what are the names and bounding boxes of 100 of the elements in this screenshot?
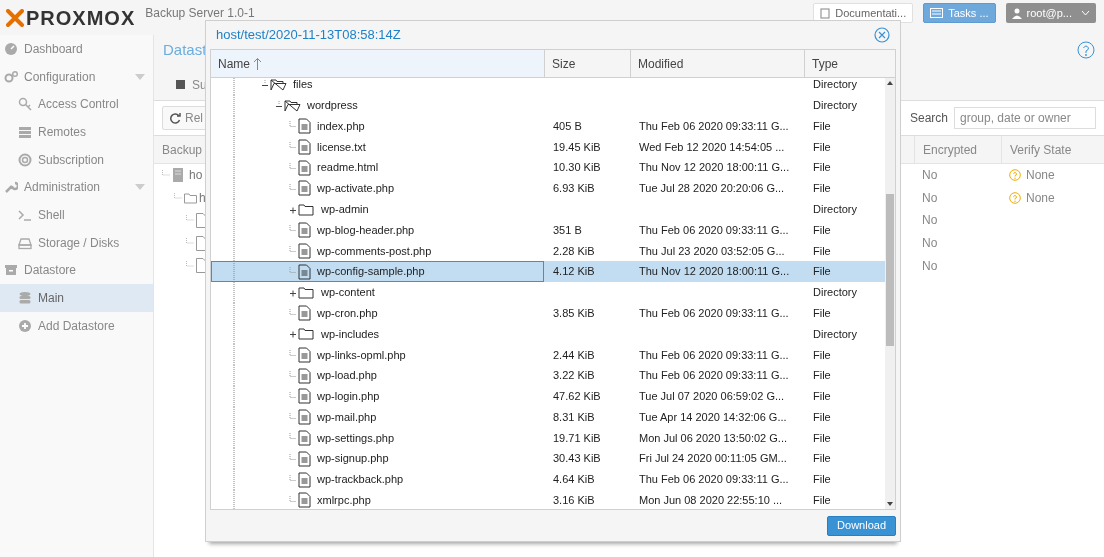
file-name: files: [293, 78, 313, 93]
database-icon: [18, 291, 32, 306]
table-cell-text: No: [922, 189, 938, 207]
file-row[interactable]: wp-load.php 3.22 KiB Thu Feb 06 2020 09:33:11 G... File: [211, 365, 885, 386]
table-cell: Mon Jul 06 2020 13:50:02 G...: [639, 431, 787, 444]
sidebar-item[interactable]: Add Datastore: [0, 311, 153, 340]
tree-branch-icon: [289, 412, 297, 422]
caret-icon: [1081, 10, 1090, 16]
file-row[interactable]: wp-links-opml.php 2.44 KiB Thu Feb 06 2020 09:33:11 G... File: [211, 344, 885, 366]
file-row[interactable]: xmlrpc.php 3.16 KiB Mon Jun 08 2020 22:55:10 ... File: [211, 489, 885, 509]
file-row[interactable]: wp-cron.php 3.85 KiB Thu Feb 06 2020 09:33:11 G... File: [211, 302, 885, 324]
open-folder-icon: [284, 98, 301, 112]
file-row[interactable]: wp-signup.php 30.43 KiB Fri Jul 24 2020 00:11:05 GM... File: [211, 448, 885, 470]
caret-down-icon: [135, 73, 145, 80]
server-icon: [172, 167, 184, 184]
user-icon: [1011, 7, 1022, 19]
file-row[interactable]: wp-content Directory: [211, 281, 885, 303]
file-row[interactable]: wp-settings.php 19.71 KiB Mon Jul 06 2020 13:50:02 G... File: [211, 427, 885, 449]
table-cell: 19.45 KiB: [553, 140, 601, 153]
sidebar-item[interactable]: Storage / Disks: [0, 228, 153, 257]
file-row[interactable]: index.php 405 B Thu Feb 06 2020 09:33:11 G... File: [211, 115, 885, 137]
file-row[interactable]: wp-trackback.php 4.64 KiB Thu Feb 06 2020 09:33:11 G... File: [211, 469, 885, 490]
scrollbar-thumb[interactable]: [886, 194, 894, 346]
file-row[interactable]: wp-blog-header.php 351 B Thu Feb 06 2020 09:33:11 G... File: [211, 219, 885, 241]
table-cell: Thu Feb 06 2020 09:33:11 G...: [639, 473, 789, 486]
file-name: xmlrpc.php: [317, 493, 371, 509]
question-icon: [1009, 169, 1021, 182]
file-row[interactable]: wp-includes Directory: [211, 323, 885, 345]
table-cell: Directory: [813, 286, 857, 299]
file-row[interactable]: files Directory: [211, 78, 885, 95]
document-icon: [298, 138, 311, 155]
file-row[interactable]: wp-comments-post.php 2.28 KiB Thu Jul 23 2020 03:52:05 G... File: [211, 240, 885, 262]
close-icon: [874, 27, 890, 43]
table-cell: 19.71 KiB: [553, 431, 601, 444]
tree-branch-icon: [289, 308, 297, 318]
table-cell: Fri Jul 24 2020 00:11:05 GM...: [639, 452, 787, 465]
table-cell-text: No: [922, 257, 938, 275]
sidebar-item[interactable]: Subscription: [0, 145, 153, 174]
file-name: wp-mail.php: [317, 409, 377, 425]
column-header[interactable]: Size: [544, 50, 630, 77]
table-cell: Tue Jul 07 2020 06:59:02 G...: [639, 390, 785, 403]
table-cell: Directory: [813, 327, 857, 340]
table-cell: File: [813, 473, 831, 486]
folder-icon: [298, 285, 315, 299]
table-cell: Thu Feb 06 2020 09:33:11 G...: [639, 306, 789, 319]
sidebar-item[interactable]: Administration: [0, 173, 153, 202]
table-cell: File: [813, 244, 831, 257]
file-row[interactable]: wp-admin Directory: [211, 198, 885, 220]
file-name: readme.html: [317, 160, 379, 176]
drive-icon: [18, 235, 32, 250]
file-row[interactable]: license.txt 19.45 KiB Wed Feb 12 2020 14:54:05 ... File: [211, 136, 885, 158]
table-cell: Mon Jun 08 2020 22:55:10 ...: [639, 494, 783, 507]
document-icon: [298, 180, 311, 197]
collapse-icon: [261, 79, 269, 89]
table-cell: Tue Jul 28 2020 20:20:06 G...: [639, 182, 785, 195]
sort-up-arrow-icon: [253, 56, 262, 71]
table-cell: 30.43 KiB: [553, 452, 601, 465]
file-row[interactable]: wordpress Directory: [211, 94, 885, 116]
documentation-button[interactable]: Documentati...: [813, 3, 914, 23]
scroll-down-icon: [887, 501, 893, 506]
sidebar-item[interactable]: Shell: [0, 201, 153, 229]
sidebar-item[interactable]: Main: [0, 284, 153, 312]
file-row[interactable]: wp-mail.php 8.31 KiB Tue Apr 14 2020 14:32:06 G... File: [211, 406, 885, 428]
table-cell: File: [813, 223, 831, 236]
file-name: wp-cron.php: [317, 305, 378, 321]
table-cell: File: [813, 161, 831, 174]
column-header[interactable]: Modified: [630, 50, 804, 77]
archive-icon: [4, 263, 18, 278]
table-cell: File: [813, 369, 831, 382]
sidebar-item[interactable]: Dashboard: [0, 35, 153, 63]
table-cell: Thu Feb 06 2020 09:33:11 G...: [639, 369, 789, 382]
tree-node-label[interactable]: ho: [189, 166, 203, 185]
sidebar-item[interactable]: Access Control: [0, 90, 153, 119]
table-cell: File: [813, 119, 831, 132]
column-header[interactable]: Type: [804, 50, 890, 77]
table-cell: 405 B: [553, 119, 582, 132]
file-name: wp-includes: [321, 326, 380, 342]
scroll-up-icon: [887, 81, 893, 86]
document-icon: [298, 409, 311, 426]
file-row[interactable]: wp-activate.php 6.93 KiB Tue Jul 28 2020 20:20:06 G... File: [211, 178, 885, 199]
tree-node-label[interactable]: h: [199, 188, 206, 207]
document-icon: [298, 159, 311, 176]
column-header[interactable]: Name: [211, 50, 544, 77]
sidebar-item[interactable]: Datastore: [0, 256, 153, 285]
sidebar-item[interactable]: Configuration: [0, 62, 153, 91]
file-row[interactable]: wp-login.php 47.62 KiB Tue Jul 07 2020 06:59:02 G... File: [211, 385, 885, 407]
logo-text: PROXMOX: [26, 6, 136, 31]
table-cell-text: No: [922, 167, 938, 185]
close-button[interactable]: [874, 27, 890, 43]
file-row[interactable]: wp-config-sample.php 4.12 KiB Thu Nov 12 2020 18:00:11 G... File: [211, 261, 885, 282]
search-field[interactable]: group, date or owner: [954, 107, 1096, 129]
table-cell: 2.44 KiB: [553, 348, 595, 361]
document-icon: [298, 346, 311, 363]
table-cell: File: [813, 265, 831, 278]
file-name: wp-content: [321, 285, 375, 301]
gears-icon: [4, 69, 18, 84]
table-cell: File: [813, 348, 831, 361]
table-cell: 4.12 KiB: [553, 265, 595, 278]
list-icon: [930, 8, 944, 18]
file-row[interactable]: readme.html 10.30 KiB Thu Nov 12 2020 18:00:11 G... File: [211, 157, 885, 178]
